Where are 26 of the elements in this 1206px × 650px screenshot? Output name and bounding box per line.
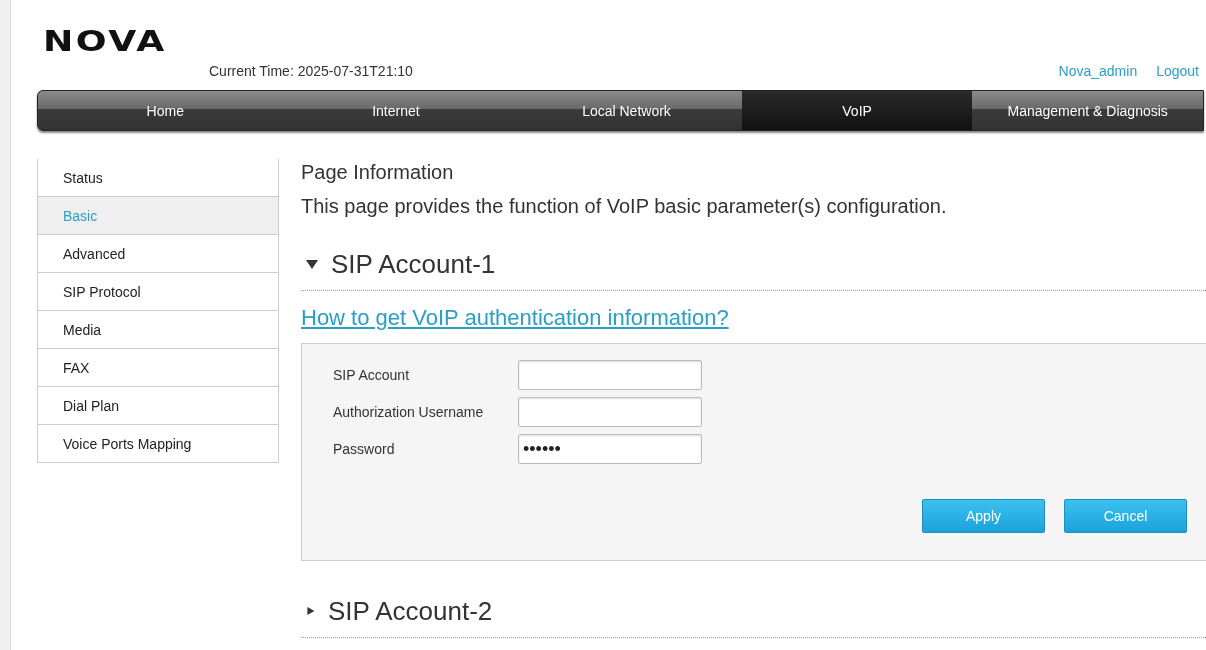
- field-label: SIP Account: [333, 367, 410, 383]
- input-field[interactable]: [518, 397, 702, 427]
- page-description: This page provides the function of VoIP basic parameter(s) configuration.: [301, 195, 948, 218]
- input-field[interactable]: [518, 360, 702, 390]
- sidebar-item[interactable]: Status: [37, 159, 279, 197]
- input-field[interactable]: ••••••: [518, 434, 702, 464]
- section-title: SIP Account-1: [331, 248, 496, 280]
- nav-tab[interactable]: VoIP: [741, 91, 973, 130]
- logo: NOVA: [43, 24, 167, 58]
- sidebar-item[interactable]: Dial Plan: [37, 387, 279, 425]
- sidebar-item[interactable]: Media: [37, 311, 279, 349]
- expand-icon[interactable]: [305, 604, 316, 618]
- field-label: Authorization Username: [333, 404, 485, 420]
- page-title: Page Information: [301, 161, 455, 184]
- collapse-icon[interactable]: [305, 257, 319, 271]
- field-label: Password: [333, 441, 396, 457]
- nav-tab[interactable]: Management & Diagnosis: [972, 91, 1203, 130]
- sidebar-item[interactable]: Advanced: [37, 235, 279, 273]
- section-title: SIP Account-2: [328, 595, 493, 627]
- nav-tab[interactable]: Internet: [280, 91, 512, 130]
- sidebar-item[interactable]: Voice Ports Mapping: [37, 425, 279, 463]
- current-time: Current Time: 2025-07-31T21:10: [209, 63, 413, 79]
- sidebar-item[interactable]: SIP Protocol: [37, 273, 279, 311]
- sidebar-item[interactable]: FAX: [37, 349, 279, 387]
- nav-tab[interactable]: Home: [50, 91, 281, 130]
- nav-tab[interactable]: Local Network: [511, 91, 742, 130]
